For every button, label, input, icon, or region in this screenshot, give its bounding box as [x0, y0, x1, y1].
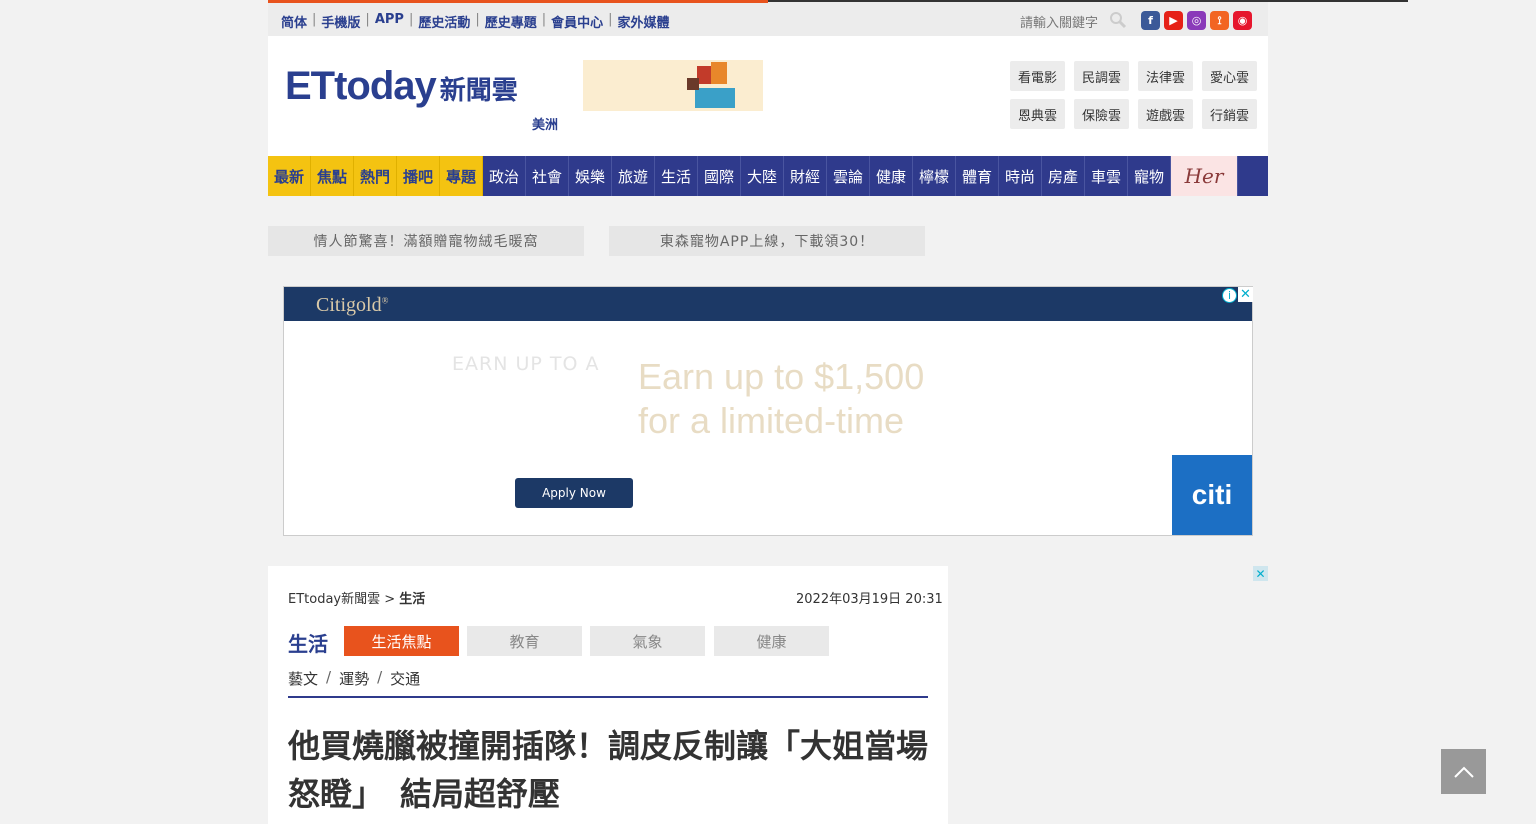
section-title[interactable]: 生活 [288, 628, 328, 657]
sublink-fortune[interactable]: 運勢 [339, 668, 369, 689]
tab-weather[interactable]: 氣象 [590, 626, 705, 656]
top-link-simplified[interactable]: 简体 [281, 12, 307, 31]
search-input[interactable]: 請輸入關鍵字 [1020, 12, 1098, 31]
nav-item-opinion[interactable]: 雲論 [827, 156, 870, 196]
youtube-icon[interactable]: ▶ [1164, 11, 1183, 30]
nav-item-latest[interactable]: 最新 [268, 156, 311, 196]
nav-item-focus[interactable]: 焦點 [311, 156, 354, 196]
nav-item-finance[interactable]: 財經 [784, 156, 827, 196]
tab-education[interactable]: 教育 [467, 626, 582, 656]
ad-small-text: EARN UP TO A [452, 353, 600, 375]
nav-item-travel[interactable]: 旅遊 [612, 156, 655, 196]
cloud-link-law[interactable]: 法律雲 [1138, 61, 1193, 91]
region-label: 美洲 [532, 118, 559, 133]
ad-brand: Citigold® [316, 294, 389, 316]
facebook-icon[interactable]: f [1141, 11, 1160, 30]
header-banner-ad[interactable] [583, 60, 763, 111]
top-link-past-topics[interactable]: 歷史專題 [485, 12, 537, 31]
nav-item-entertainment[interactable]: 娛樂 [569, 156, 612, 196]
nav-item-china[interactable]: 大陸 [741, 156, 784, 196]
article-date: 2022年03月19日 20:31 [796, 592, 943, 607]
site-logo[interactable]: ETtoday 新聞雲 [285, 64, 518, 109]
article-headline: 他買燒臘被撞開插隊！調皮反制讓「大姐當場 怒瞪」 結局超舒壓 [288, 727, 929, 813]
search-icon[interactable] [1109, 11, 1127, 29]
nav-item-her[interactable]: Her [1171, 156, 1238, 196]
cloud-link-polls[interactable]: 民調雲 [1074, 61, 1129, 91]
nav-item-lemon[interactable]: 檸檬 [913, 156, 956, 196]
nav-item-life[interactable]: 生活 [655, 156, 698, 196]
top-link-past-events[interactable]: 歷史活動 [418, 12, 470, 31]
sublink-traffic[interactable]: 交通 [390, 668, 420, 689]
ad-apply-button[interactable]: Apply Now [515, 478, 633, 508]
nav-item-international[interactable]: 國際 [698, 156, 741, 196]
promo-link-pet-app[interactable]: 東森寵物APP上線，下載領30！ [609, 226, 925, 256]
rss-icon[interactable]: ⟟ [1210, 11, 1229, 30]
top-link-app[interactable]: APP [375, 12, 404, 31]
display-ad[interactable]: Citigold® EARN UP TO A Earn up to $1,500… [283, 286, 1253, 536]
top-dark-line [768, 0, 1408, 2]
top-link-outdoor-media[interactable]: 家外媒體 [618, 12, 670, 31]
nav-item-topics[interactable]: 專題 [440, 156, 483, 196]
breadcrumb: ETtoday新聞雲 > 生活 [288, 588, 425, 607]
tab-life-focus[interactable]: 生活焦點 [344, 626, 459, 656]
cloud-link-games[interactable]: 遊戲雲 [1138, 99, 1193, 129]
side-ad-close-icon[interactable]: ✕ [1253, 566, 1268, 581]
nav-item-politics[interactable]: 政治 [483, 156, 526, 196]
cloud-link-marketing[interactable]: 行銷雲 [1202, 99, 1257, 129]
top-links: 简体 | 手機版 | APP | 歷史活動 | 歷史專題 | 會員中心 | 家外媒體 [281, 12, 670, 31]
nav-item-hot[interactable]: 熱門 [354, 156, 397, 196]
back-to-top-button[interactable] [1441, 749, 1486, 794]
cloud-link-movies[interactable]: 看電影 [1010, 61, 1065, 91]
instagram-icon[interactable]: ◎ [1187, 11, 1206, 30]
ad-header-bar [284, 287, 1252, 321]
nav-item-cars[interactable]: 車雲 [1085, 156, 1128, 196]
main-nav: 最新 焦點 熱門 播吧 專題 政治 社會 娛樂 旅遊 生活 國際 大陸 財經 雲… [268, 156, 1268, 196]
sublink-arts[interactable]: 藝文 [288, 668, 318, 689]
tab-health[interactable]: 健康 [714, 626, 829, 656]
cloud-link-charity[interactable]: 愛心雲 [1202, 61, 1257, 91]
breadcrumb-home[interactable]: ETtoday新聞雲 > [288, 592, 395, 607]
nav-item-fashion[interactable]: 時尚 [999, 156, 1042, 196]
promo-link-valentine[interactable]: 情人節驚喜！滿額贈寵物絨毛暖窩 [268, 226, 584, 256]
nav-item-sports[interactable]: 體育 [956, 156, 999, 196]
nav-item-health[interactable]: 健康 [870, 156, 913, 196]
breadcrumb-section[interactable]: 生活 [399, 592, 425, 607]
weibo-icon[interactable]: ◉ [1233, 11, 1252, 30]
nav-item-property[interactable]: 房產 [1042, 156, 1085, 196]
chevron-up-icon [1453, 766, 1474, 778]
nav-item-society[interactable]: 社會 [526, 156, 569, 196]
nav-item-pets[interactable]: 寵物 [1128, 156, 1171, 196]
top-link-mobile[interactable]: 手機版 [321, 12, 360, 31]
cloud-link-insurance[interactable]: 保險雲 [1074, 99, 1129, 129]
top-accent-line [268, 0, 768, 3]
section-divider [288, 696, 928, 698]
citi-logo: citi [1172, 455, 1252, 535]
ad-info-icon[interactable]: i [1222, 288, 1237, 303]
ad-close-icon[interactable]: ✕ [1238, 287, 1253, 302]
cloud-link-grace[interactable]: 恩典雲 [1010, 99, 1065, 129]
sub-links: 藝文 / 運勢 / 交通 [288, 668, 421, 689]
top-link-member-center[interactable]: 會員中心 [551, 12, 603, 31]
nav-item-play[interactable]: 播吧 [397, 156, 440, 196]
ad-headline: Earn up to $1,500 for a limited-time [638, 356, 925, 441]
